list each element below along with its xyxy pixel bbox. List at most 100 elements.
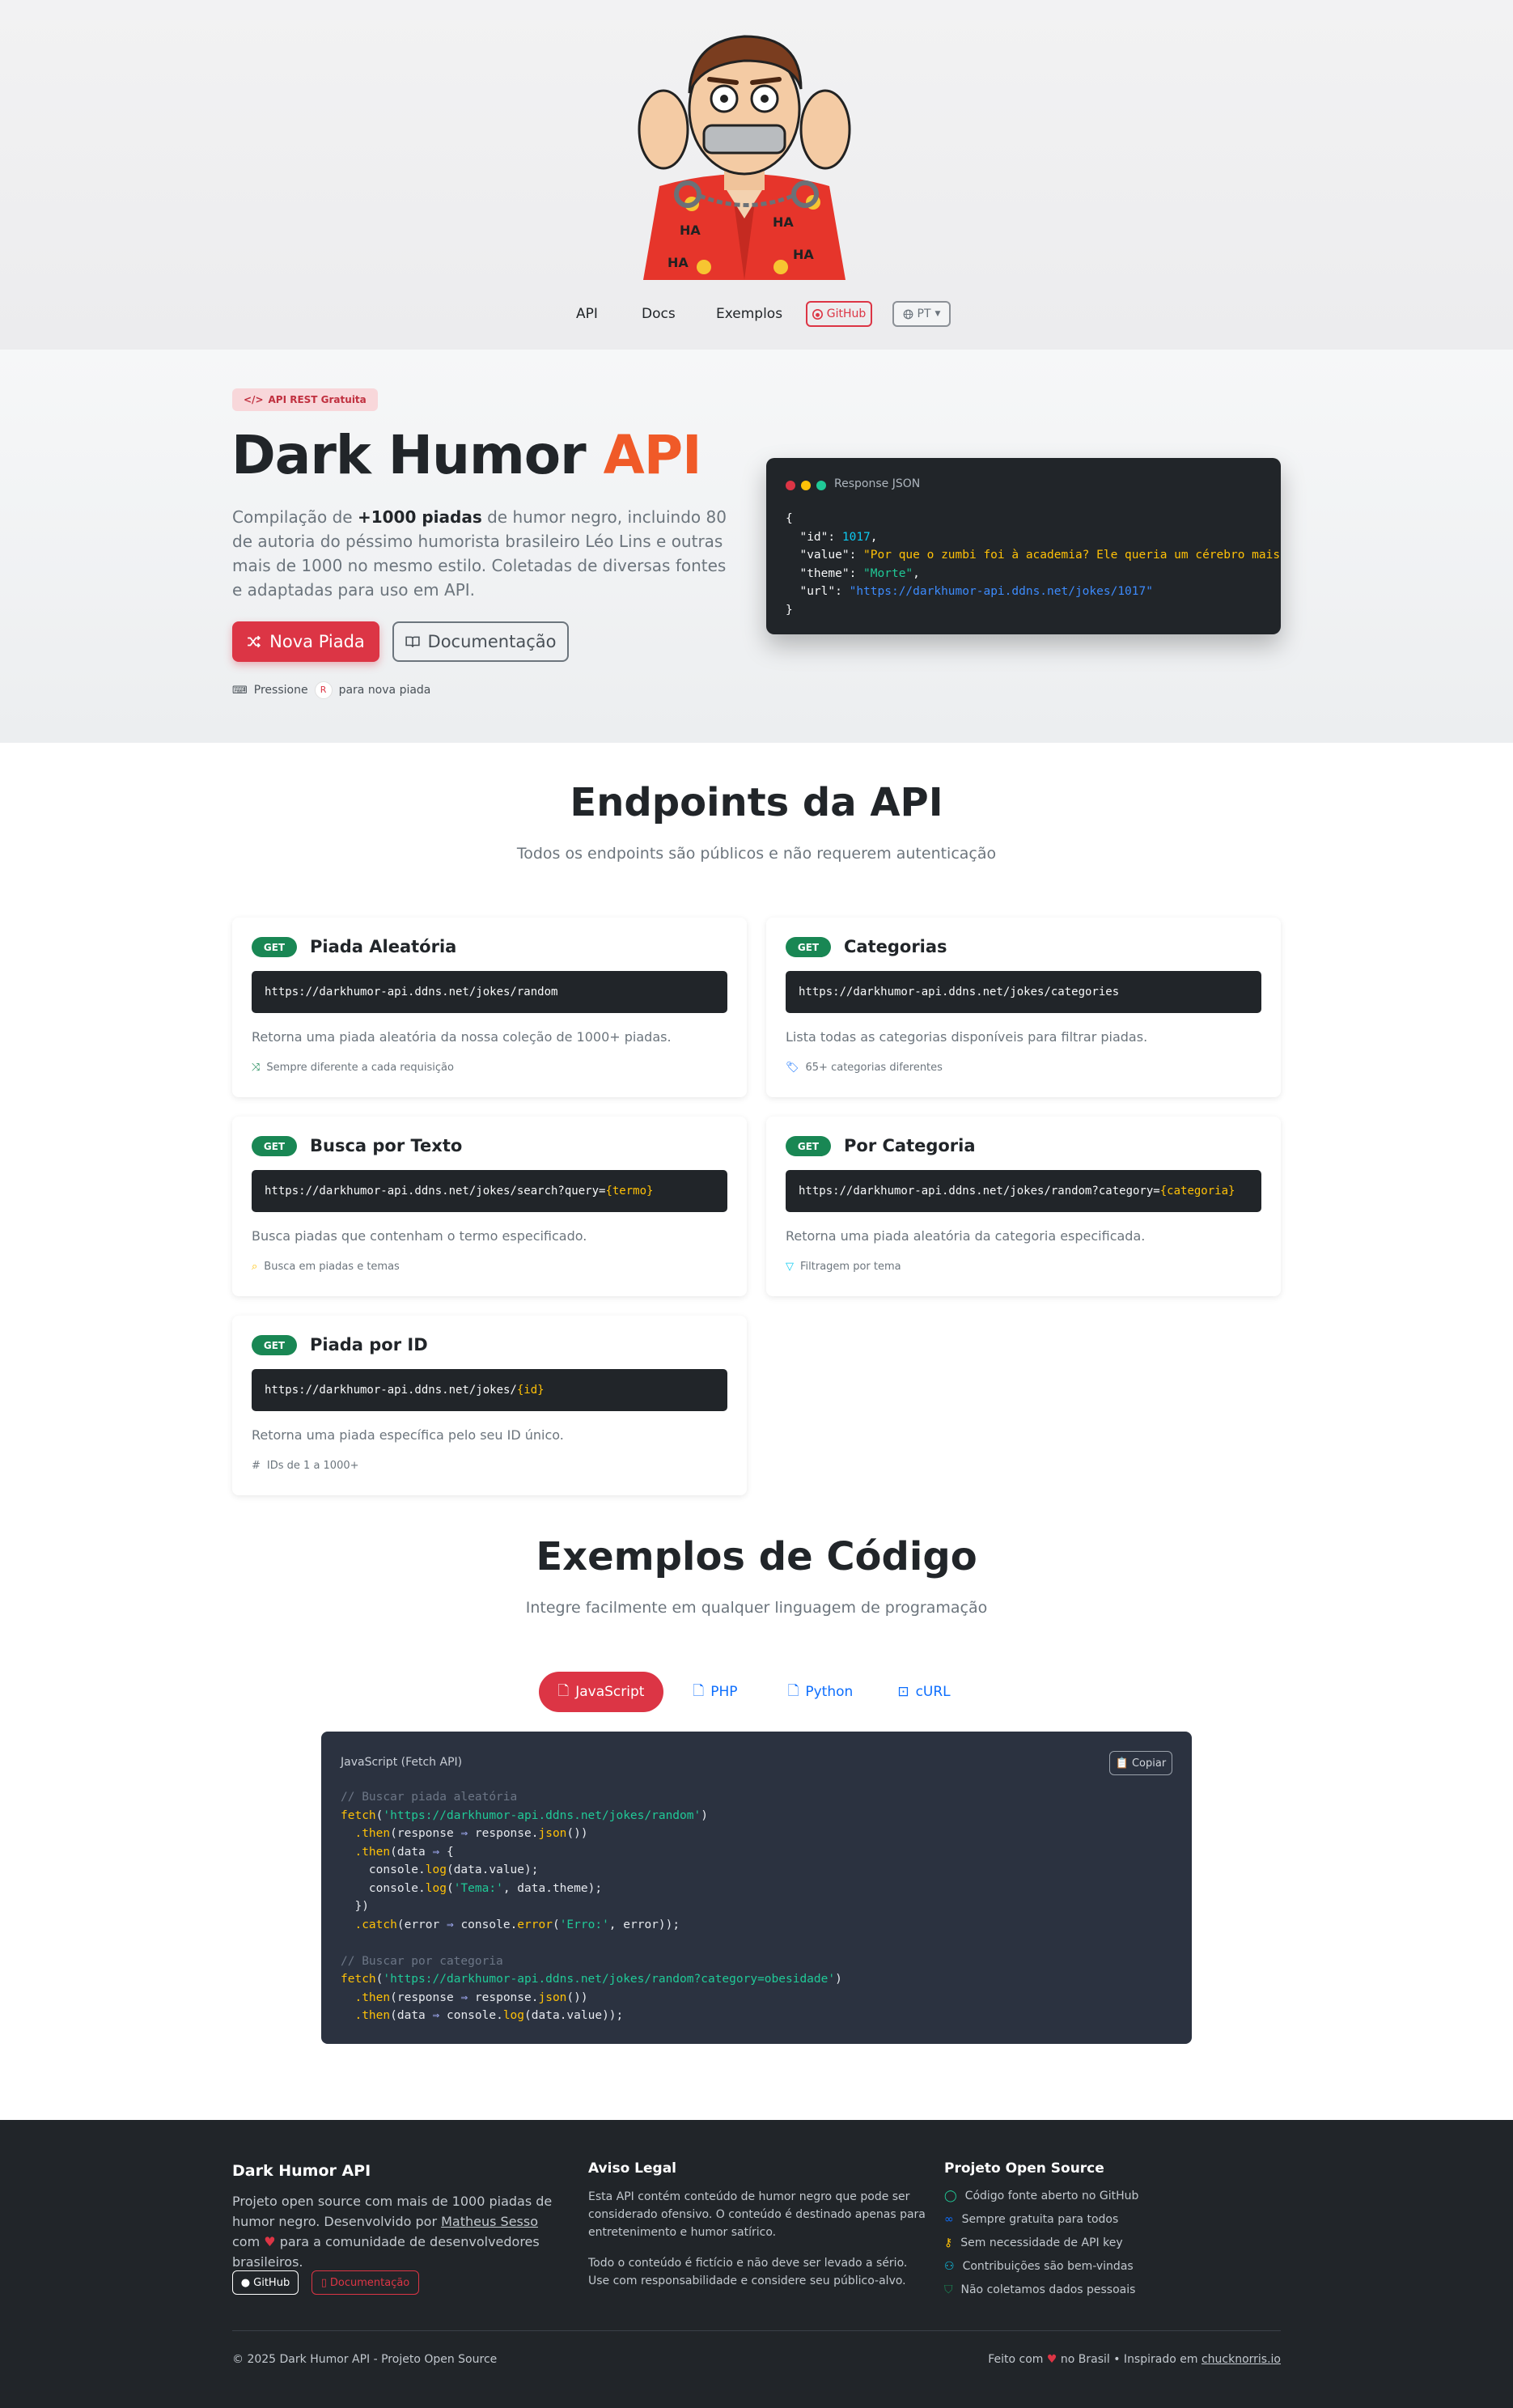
keyboard-hint: ⌨ Pressione R para nova piada bbox=[232, 681, 430, 699]
code-token: response bbox=[474, 1990, 532, 2004]
code-token: .then bbox=[354, 1990, 391, 2004]
endpoint-meta: ⌕ Busca em piadas e temas bbox=[252, 1261, 400, 1273]
code-example-title: JavaScript (Fetch API) bbox=[341, 1756, 463, 1769]
code-token: error bbox=[404, 1918, 440, 1931]
endpoint-title: Piada por ID bbox=[310, 1335, 428, 1354]
footer-docs-button[interactable]: ▯ Documentação bbox=[312, 2270, 419, 2295]
footer-made-with: Feito com ♥ no Brasil • Inspirado em chu… bbox=[988, 2353, 1281, 2366]
code-token: .then bbox=[354, 2009, 391, 2022]
examples-subtitle: Integre facilmente em qualquer linguagem… bbox=[525, 1599, 988, 1617]
people-icon: ⚇ bbox=[944, 2260, 955, 2273]
svg-text:HA: HA bbox=[773, 214, 794, 230]
tab-python[interactable]: 🗋 Python bbox=[778, 1672, 862, 1712]
endpoints-title: Endpoints da API bbox=[570, 780, 943, 825]
nav-github-button[interactable]: GitHub bbox=[806, 301, 872, 327]
endpoint-card-search: GET Busca por Texto https://darkhumor-ap… bbox=[232, 1117, 747, 1296]
shield-icon: ⛉ bbox=[944, 2283, 953, 2296]
tab-label: PHP bbox=[710, 1684, 738, 1700]
file-code-icon: 🗋 bbox=[787, 1682, 799, 1699]
copy-button[interactable]: 📋 Copiar bbox=[1109, 1751, 1172, 1775]
infinity-icon: ∞ bbox=[944, 2213, 954, 2226]
shuffle-icon: ⤨ bbox=[252, 1062, 261, 1074]
heart-icon: ♥ bbox=[1046, 2353, 1057, 2366]
code-token: error bbox=[623, 1918, 659, 1931]
get-badge: GET bbox=[786, 937, 831, 957]
nav-link-api[interactable]: API bbox=[576, 306, 598, 322]
code-token: fetch bbox=[341, 1973, 376, 1986]
hash-icon: # bbox=[252, 1460, 261, 1472]
footer-feature-item: ∞ Sempre gratuita para todos bbox=[944, 2213, 1118, 2226]
footer-legal-title: Aviso Legal bbox=[588, 2160, 677, 2177]
lead-bold: +1000 piadas bbox=[357, 507, 482, 527]
about-mid: com bbox=[232, 2234, 265, 2249]
feature-label: Contribuições são bem-vindas bbox=[962, 2260, 1134, 2273]
file-code-icon: 🗋 bbox=[557, 1682, 570, 1699]
endpoint-title: Por Categoria bbox=[844, 1136, 976, 1155]
endpoint-url[interactable]: https://darkhumor-api.ddns.net/jokes/cat… bbox=[786, 971, 1261, 1013]
endpoint-card-categories: GET Categorias https://darkhumor-api.ddn… bbox=[766, 918, 1281, 1097]
globe-icon bbox=[903, 309, 913, 319]
footer-divider bbox=[232, 2330, 1281, 2331]
endpoint-description: Retorna uma piada aleatória da categoria… bbox=[786, 1228, 1146, 1244]
footer-github-button[interactable]: ● GitHub bbox=[232, 2270, 299, 2295]
code-token: json bbox=[538, 1990, 567, 2004]
json-id-value: 1017 bbox=[841, 530, 871, 544]
code-example-content: // Buscar piada aleatória fetch('https:/… bbox=[341, 1791, 842, 2022]
tab-javascript[interactable]: 🗋 JavaScript bbox=[539, 1672, 663, 1712]
dot-yellow-icon bbox=[801, 481, 811, 490]
title-main: Dark Humor bbox=[231, 424, 604, 486]
footer-feature-item: ⚇ Contribuições são bem-vindas bbox=[944, 2260, 1134, 2273]
dot-green-icon bbox=[816, 481, 826, 490]
tab-curl[interactable]: ⊡ cURL bbox=[890, 1672, 958, 1712]
code-token: response bbox=[396, 1827, 454, 1840]
heart-icon: ♥ bbox=[264, 2234, 276, 2249]
endpoint-url[interactable]: https://darkhumor-api.ddns.net/jokes/sea… bbox=[252, 1170, 727, 1212]
code-token: value bbox=[489, 1863, 525, 1876]
code-token: value bbox=[566, 2009, 603, 2022]
tab-label: cURL bbox=[915, 1684, 951, 1700]
footer-docs-label: Documentação bbox=[329, 2276, 410, 2289]
made-pre: Feito com bbox=[988, 2353, 1044, 2366]
code-token: error bbox=[517, 1918, 553, 1931]
keyboard-icon: ⌨ bbox=[232, 684, 248, 697]
language-selector[interactable]: PT ▼ bbox=[892, 301, 951, 327]
file-code-icon: 🗋 bbox=[693, 1682, 705, 1699]
feature-label: Sempre gratuita para todos bbox=[961, 2213, 1119, 2226]
tab-php[interactable]: 🗋 PHP bbox=[681, 1672, 749, 1712]
endpoint-url-text: https://darkhumor-api.ddns.net/jokes/cat… bbox=[799, 986, 1120, 998]
page-title: Dark Humor API bbox=[231, 424, 702, 486]
chucknorris-link[interactable]: chucknorris.io bbox=[1202, 2353, 1281, 2366]
json-theme-value: "Morte" bbox=[863, 566, 913, 580]
examples-title: Exemplos de Código bbox=[536, 1534, 977, 1579]
endpoints-subtitle: Todos os endpoints são públicos e não re… bbox=[516, 845, 997, 863]
author-link[interactable]: Matheus Sesso bbox=[441, 2214, 538, 2229]
endpoint-description: Lista todas as categorias disponíveis pa… bbox=[786, 1029, 1148, 1045]
endpoint-description: Retorna uma piada específica pelo seu ID… bbox=[252, 1427, 564, 1443]
json-response-card: Response JSON { "id": 1017, "value": "Po… bbox=[766, 458, 1281, 634]
endpoint-url[interactable]: https://darkhumor-api.ddns.net/jokes/ran… bbox=[252, 971, 727, 1013]
nav-link-exemplos[interactable]: Exemplos bbox=[716, 306, 782, 322]
code-token: log bbox=[425, 1881, 447, 1895]
hint-key: R bbox=[314, 681, 333, 699]
code-token: data bbox=[531, 2009, 560, 2022]
code-string: 'https://darkhumor-api.ddns.net/jokes/ra… bbox=[383, 1808, 701, 1822]
shuffle-icon bbox=[248, 635, 261, 648]
book-icon bbox=[405, 636, 420, 647]
code-comment: // Buscar por categoria bbox=[341, 1954, 503, 1968]
endpoint-title: Categorias bbox=[844, 937, 947, 956]
tab-label: Python bbox=[805, 1684, 854, 1700]
nav-link-docs[interactable]: Docs bbox=[642, 306, 676, 322]
code-icon: </> bbox=[244, 394, 264, 405]
code-token: json bbox=[538, 1827, 567, 1840]
hint-post: para nova piada bbox=[338, 684, 431, 697]
endpoint-url[interactable]: https://darkhumor-api.ddns.net/jokes/{id… bbox=[252, 1369, 727, 1411]
footer-legal-text-2: Todo o conteúdo é fictício e não deve se… bbox=[588, 2257, 908, 2287]
new-joke-button[interactable]: Nova Piada bbox=[232, 621, 379, 662]
json-id-key: "id" bbox=[799, 530, 829, 544]
tag-icon: 🏷 bbox=[786, 1062, 799, 1074]
endpoint-url[interactable]: https://darkhumor-api.ddns.net/jokes/ran… bbox=[786, 1170, 1261, 1212]
documentation-button[interactable]: Documentação bbox=[392, 621, 569, 662]
code-token: response bbox=[474, 1827, 532, 1840]
endpoint-card-random: GET Piada Aleatória https://darkhumor-ap… bbox=[232, 918, 747, 1097]
endpoint-url-text: https://darkhumor-api.ddns.net/jokes/ bbox=[265, 1384, 517, 1397]
